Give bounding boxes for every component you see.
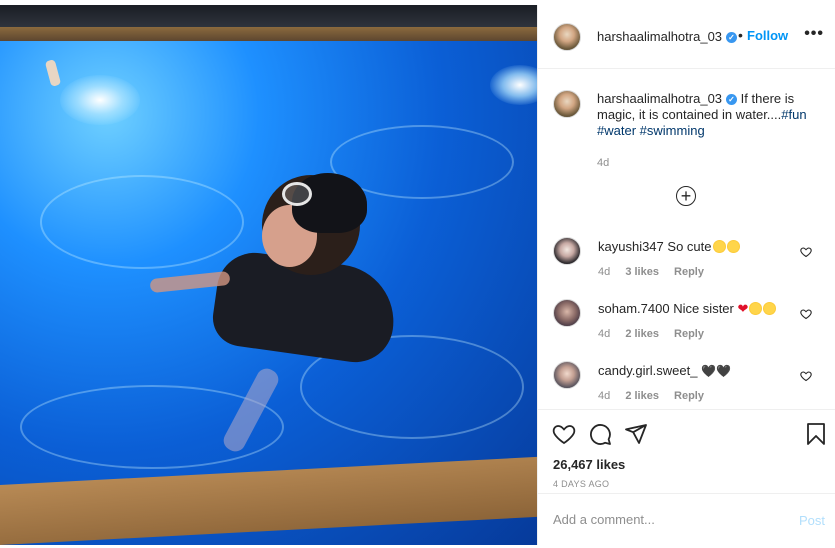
comment-text: So cute	[667, 239, 712, 254]
heart-outline-icon[interactable]	[800, 246, 812, 258]
plus-circle-icon[interactable]: +	[676, 186, 696, 206]
comment-avatar[interactable]	[553, 361, 581, 389]
comment-likes[interactable]: 2 likes	[625, 390, 659, 402]
caption-age[interactable]: 4d	[597, 157, 609, 169]
hashtag-link[interactable]: #water	[597, 123, 636, 138]
post-sidebar: harshaalimalhotra_03 ✓ • Follow ••• harsh…	[537, 5, 835, 545]
author-username[interactable]: harshaalimalhotra_03 ✓	[597, 29, 738, 44]
comment-username[interactable]: candy.girl.sweet_	[598, 363, 697, 378]
follow-button[interactable]: Follow	[747, 28, 788, 43]
heart-outline-icon[interactable]	[800, 308, 812, 320]
comment-meta: 4d 3 likes Reply	[598, 266, 716, 278]
pool-object	[44, 59, 62, 87]
post-comment-button[interactable]: Post	[799, 513, 825, 528]
bookmark-icon[interactable]	[804, 422, 828, 446]
heart-outline-icon[interactable]	[800, 370, 812, 382]
separator-dot: •	[738, 27, 743, 43]
post-date[interactable]: 4 DAYS AGO	[553, 479, 609, 489]
comment-age[interactable]: 4d	[598, 390, 610, 402]
paper-plane-icon[interactable]	[624, 422, 648, 446]
verified-badge-icon: ✓	[726, 94, 738, 105]
hashtag-link[interactable]: #fun	[781, 107, 806, 122]
post-header: harshaalimalhotra_03 ✓ • Follow •••	[538, 5, 835, 69]
comment-username[interactable]: soham.7400	[598, 301, 670, 316]
likes-count[interactable]: 26,467 likes	[553, 457, 625, 472]
add-comment-bar: Post	[538, 493, 835, 546]
reply-button[interactable]: Reply	[674, 390, 704, 402]
comment-username[interactable]: kayushi347	[598, 239, 664, 254]
kiss-emoji	[763, 302, 777, 315]
comment-bubble-icon[interactable]	[588, 422, 612, 446]
caption-author-avatar[interactable]	[553, 90, 581, 118]
hashtag-link[interactable]: #swimming	[640, 123, 705, 138]
comment-body: candy.girl.sweet_ 🖤🖤	[598, 363, 731, 378]
comment-avatar[interactable]	[553, 237, 581, 265]
comment-avatar[interactable]	[553, 299, 581, 327]
pool-edge	[0, 27, 537, 41]
reply-button[interactable]: Reply	[674, 328, 704, 340]
water-ripple	[40, 175, 244, 269]
comment-age[interactable]: 4d	[598, 328, 610, 340]
pool-light	[490, 65, 537, 105]
comment-likes[interactable]: 2 likes	[625, 328, 659, 340]
comment: soham.7400 Nice sister ❤ 4d 2 likes Repl…	[538, 299, 835, 359]
author-avatar[interactable]	[553, 23, 581, 51]
comment-body: soham.7400 Nice sister ❤	[598, 301, 777, 317]
instagram-post: harshaalimalhotra_03 ✓ • Follow ••• harsh…	[0, 0, 835, 548]
comment-meta: 4d 2 likes Reply	[598, 328, 716, 340]
comment-likes[interactable]: 3 likes	[625, 266, 659, 278]
pool-light	[60, 75, 140, 125]
comment: kayushi347 So cute 4d 3 likes Reply	[538, 237, 835, 297]
grinning-squint-emoji	[726, 240, 740, 253]
red-heart-emoji: ❤	[737, 301, 749, 316]
caption-text: harshaalimalhotra_03 ✓ If there is magic,…	[597, 91, 822, 139]
more-options-icon[interactable]: •••	[804, 25, 824, 43]
reply-button[interactable]: Reply	[674, 266, 704, 278]
comment-age[interactable]: 4d	[598, 266, 610, 278]
verified-badge-icon: ✓	[726, 32, 738, 43]
comment-text: Nice sister	[673, 301, 734, 316]
caption-author-username[interactable]: harshaalimalhotra_03 ✓	[597, 91, 738, 106]
kiss-emoji	[749, 302, 763, 315]
swim-goggles	[282, 182, 312, 206]
heart-outline-icon[interactable]	[552, 422, 576, 446]
comment-body: kayushi347 So cute	[598, 239, 740, 254]
comment-input[interactable]	[553, 512, 773, 527]
pool-edge-bottom	[0, 456, 537, 545]
heart-eyes-emoji	[712, 240, 726, 253]
author-username-text[interactable]: harshaalimalhotra_03	[597, 29, 722, 44]
comment-text: 🖤🖤	[701, 364, 731, 378]
post-photo[interactable]	[0, 5, 537, 545]
comment-meta: 4d 2 likes Reply	[598, 390, 716, 402]
caption-username-text[interactable]: harshaalimalhotra_03	[597, 91, 722, 106]
